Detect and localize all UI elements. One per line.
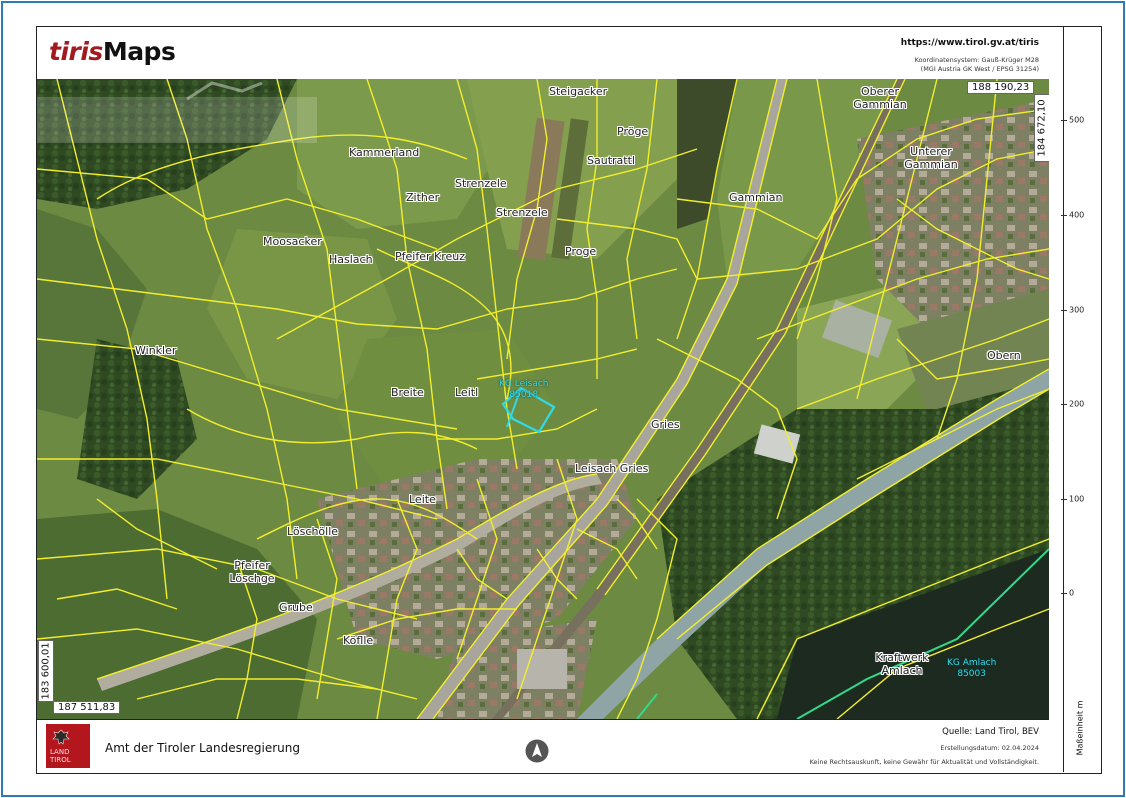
scale-unit-label: Maßeinheit m: [1075, 700, 1085, 756]
coordinate-bottom-left: 187 511,83: [53, 701, 121, 714]
scale-tick-label: 400: [1069, 210, 1085, 220]
logo-tiris-text: tiris: [49, 37, 103, 66]
logo-maps-text: Maps: [102, 37, 176, 66]
place-label: Leitl: [455, 386, 479, 399]
coordinate-left-vertical-text: 183 600,01: [40, 642, 52, 700]
scale-rule-line: [1063, 27, 1064, 772]
scale-tick: [1061, 215, 1067, 216]
scale-tick-label: 300: [1069, 305, 1085, 315]
emblem-text-line: LAND: [50, 748, 70, 756]
coordinate-top-right: 188 190,23: [967, 81, 1035, 94]
kg-amlach-label: KG Amlach 85003: [947, 658, 996, 680]
kg-label-name: KG Amlach: [947, 658, 997, 668]
place-label: Pröge: [617, 125, 649, 138]
place-label: Kraftwerk Amlach: [875, 651, 929, 677]
place-label: Sautrattl: [587, 154, 635, 167]
scale-unit-box: Maßeinheit m: [1073, 693, 1087, 763]
coordinate-right-vertical: 184 672,10: [1034, 94, 1050, 162]
emblem-text-line: TIROL: [50, 756, 71, 764]
coordinate-system-epsg: (MGI Austria GK West / EPSG 31254): [920, 65, 1039, 73]
kg-leisach-label: KG Leisach 85018: [499, 379, 549, 401]
scale-ruler: 500 400 300 200 100 0 Maßeinheit m: [1049, 27, 1099, 772]
place-label: Obern: [987, 349, 1021, 362]
authority-name: Amt der Tiroler Landesregierung: [105, 741, 300, 755]
land-tirol-emblem: LAND TIROL: [46, 724, 90, 768]
place-label: Gammian: [729, 191, 783, 204]
scale-tick: [1061, 404, 1067, 405]
scale-tick-label: 0: [1069, 588, 1075, 598]
disclaimer: Keine Rechtsauskunft, keine Gewähr für A…: [809, 758, 1039, 766]
kg-label-number: 85018: [509, 390, 539, 400]
place-label: Köflle: [343, 634, 374, 647]
place-label: Pfeifer Kreuz: [395, 250, 465, 263]
coordinate-left-vertical: 183 600,01: [38, 640, 54, 702]
scale-tick: [1061, 499, 1067, 500]
coordinate-right-vertical-text: 184 672,10: [1036, 99, 1048, 157]
place-label: Winkler: [135, 344, 177, 357]
place-label: Proge: [565, 245, 597, 258]
kg-label-name: KG Leisach: [499, 379, 549, 389]
place-label: Haslach: [329, 253, 373, 266]
place-label: Unterer Gammian: [904, 145, 958, 171]
tirol-eagle-icon: [52, 729, 70, 745]
scale-tick-label: 500: [1069, 115, 1085, 125]
scale-tick: [1061, 310, 1067, 311]
place-label: Strenzele: [455, 177, 507, 190]
scale-tick: [1061, 593, 1067, 594]
coordinate-system-label: Koordinatensystem: Gauß-Krüger M28: [914, 56, 1039, 64]
emblem-text: LAND TIROL: [50, 748, 71, 764]
place-label: Strenzele: [496, 206, 548, 219]
place-label: Leite: [409, 493, 436, 506]
place-label: Breite: [391, 386, 424, 399]
place-label: Leisach Gries: [575, 462, 649, 475]
map-header: tirisMaps https://www.tirol.gv.at/tiris …: [37, 27, 1049, 79]
watermark-logo: [37, 81, 317, 143]
place-label: Steigacker: [549, 85, 608, 98]
scale-tick: [1061, 120, 1067, 121]
orthophoto-map[interactable]: Steigacker Oberer Gammian Pröge Kammerla…: [37, 79, 1049, 719]
data-source: Quelle: Land Tirol, BEV: [942, 727, 1039, 737]
place-label: Zither: [406, 191, 440, 204]
map-footer: LAND TIROL Amt der Tiroler Landesregieru…: [37, 719, 1049, 773]
place-label: Grube: [279, 601, 313, 614]
kg-label-number: 85003: [957, 669, 986, 679]
scale-tick-label: 100: [1069, 494, 1085, 504]
tirismaps-logo[interactable]: tirisMaps: [49, 37, 176, 66]
tiris-url-link[interactable]: https://www.tirol.gv.at/tiris: [901, 38, 1039, 48]
place-label: Gries: [651, 418, 680, 431]
place-label: Kammerland: [349, 146, 420, 159]
place-label: Moosacker: [263, 235, 322, 248]
north-arrow-icon: [525, 739, 549, 763]
place-label: Pfeifer Löschge: [229, 559, 275, 585]
creation-date: Erstellungsdatum: 02.04.2024: [940, 744, 1039, 752]
place-label: Löschölle: [287, 525, 339, 538]
scale-tick-label: 200: [1069, 399, 1085, 409]
place-label: Oberer Gammian: [853, 85, 907, 111]
